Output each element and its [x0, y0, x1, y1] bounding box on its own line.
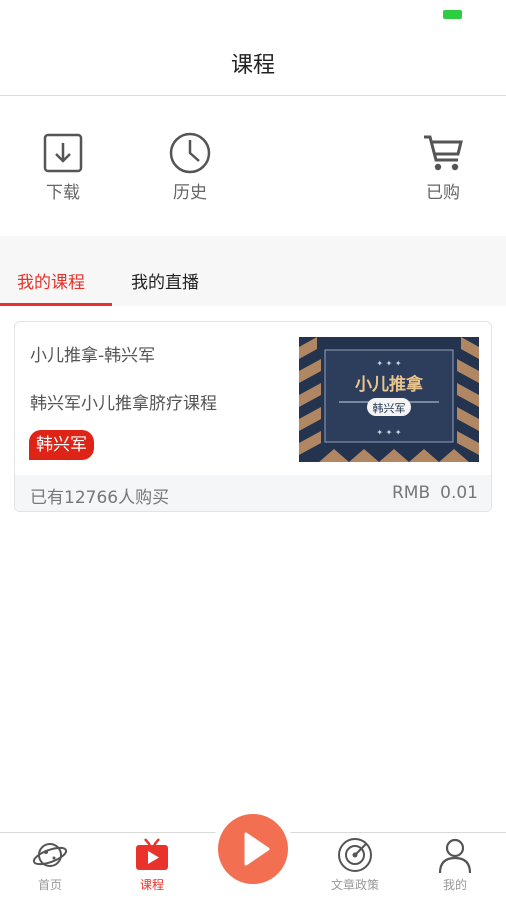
svg-text:✦ ✦ ✦: ✦ ✦ ✦ [376, 428, 401, 437]
tabbar-home-label: 首页 [37, 878, 62, 892]
center-play-button[interactable] [218, 814, 288, 884]
course-tabs: 我的课程 我的直播 [0, 236, 506, 306]
purchased-label: 已购 [426, 183, 460, 203]
tabbar-profile[interactable]: 我的 [415, 833, 495, 901]
course-description: 韩兴军小儿推拿脐疗课程 [30, 394, 217, 414]
download-button[interactable]: 下载 [33, 130, 93, 203]
price-value: 0.01 [440, 483, 478, 503]
person-icon [438, 838, 472, 874]
tabbar-courses[interactable]: 课程 [112, 833, 192, 901]
course-footer: 已有12766人购买 RMB 0.01 [15, 475, 491, 511]
course-thumbnail: 小儿推拿 韩兴军 ✦ ✦ ✦ ✦ ✦ ✦ [299, 337, 479, 462]
history-button[interactable]: 历史 [160, 130, 220, 203]
price-currency: RMB [391, 483, 431, 503]
tabbar-profile-label: 我的 [442, 878, 467, 892]
tabbar-articles-label: 文章政策 [330, 878, 379, 892]
download-icon [43, 133, 83, 173]
history-label: 历史 [173, 183, 207, 203]
thumbnail-subtitle: 韩兴军 [373, 401, 406, 415]
download-label: 下载 [46, 183, 80, 203]
radar-icon [338, 838, 372, 872]
teacher-tag: 韩兴军 [29, 430, 94, 460]
course-card[interactable]: 小儿推拿-韩兴军 韩兴军小儿推拿脐疗课程 韩兴军 小儿推拿 韩兴军 ✦ ✦ ✦ … [14, 321, 492, 512]
buyer-count: 已有12766人购买 [30, 488, 170, 508]
course-price: RMB 0.01 [392, 483, 478, 503]
quick-actions: 下载 历史 已购 [0, 96, 506, 236]
course-title: 小儿推拿-韩兴军 [30, 346, 156, 366]
tv-play-icon [136, 838, 168, 870]
header: 课程 [0, 30, 506, 96]
cart-icon [424, 135, 463, 171]
play-icon [244, 832, 270, 866]
active-tab-indicator [0, 303, 112, 306]
page-title: 课程 [230, 52, 275, 78]
thumbnail-title: 小儿推拿 [355, 374, 424, 395]
tab-my-courses[interactable]: 我的课程 [17, 268, 85, 293]
status-bar [0, 0, 506, 30]
svg-text:✦ ✦ ✦: ✦ ✦ ✦ [376, 359, 401, 368]
play-button-ring [212, 808, 294, 890]
planet-icon [32, 843, 68, 867]
battery-icon [443, 10, 462, 19]
tabbar-articles[interactable]: 文章政策 [315, 833, 395, 901]
tab-my-live[interactable]: 我的直播 [131, 268, 199, 293]
tabbar-courses-label: 课程 [139, 878, 164, 892]
tabbar-home[interactable]: 首页 [10, 833, 90, 901]
purchased-button[interactable]: 已购 [413, 130, 473, 203]
history-clock-icon [169, 132, 211, 174]
